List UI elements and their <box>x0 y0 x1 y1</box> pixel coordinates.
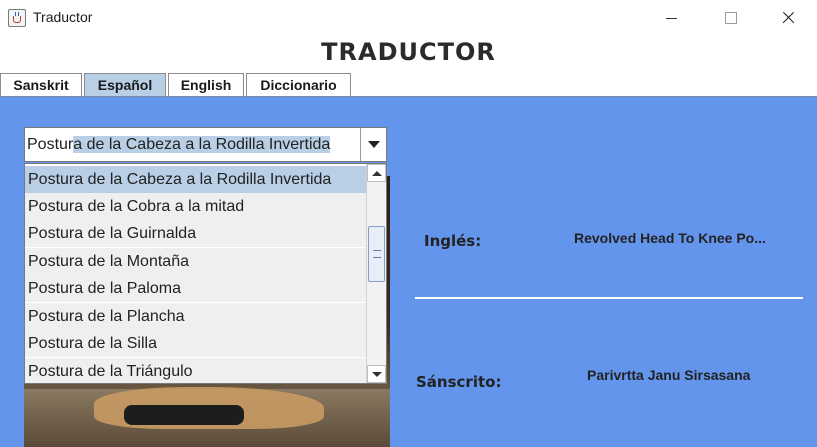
dropdown-option[interactable]: Postura de la Cobra a la mitad <box>25 193 366 220</box>
close-button[interactable] <box>759 0 817 37</box>
dropdown-option[interactable]: Postura de la Montaña <box>25 248 366 275</box>
chevron-down-icon[interactable] <box>360 128 386 161</box>
english-label: Inglés: <box>424 232 482 250</box>
dropdown-option[interactable]: Postura de la Paloma <box>25 275 366 302</box>
scroll-up-icon[interactable] <box>367 164 386 182</box>
english-value: Revolved Head To Knee Po... <box>574 230 766 246</box>
pose-combobox[interactable]: Postura de la Cabeza a la Rodilla Invert… <box>24 127 387 162</box>
app-heading: TRADUCTOR <box>321 38 496 66</box>
window-titlebar: Traductor <box>0 0 817 37</box>
window-title: Traductor <box>33 9 93 25</box>
scroll-down-icon[interactable] <box>367 365 386 383</box>
dropdown-option[interactable]: Postura de la Guirnalda <box>25 220 366 247</box>
divider <box>415 297 803 299</box>
java-cup-icon <box>8 9 26 27</box>
pose-dropdown-list[interactable]: Postura de la Cabeza a la Rodilla Invert… <box>24 163 387 384</box>
dropdown-scrollbar[interactable] <box>366 164 386 383</box>
tab-sanskrit[interactable]: Sanskrit <box>0 73 82 97</box>
combobox-text[interactable]: Postura de la Cabeza a la Rodilla Invert… <box>27 132 331 158</box>
tab-english[interactable]: English <box>168 73 244 97</box>
tab-bar: Sanskrit Español English Diccionario <box>0 73 817 98</box>
sanskrit-label: Sánscrito: <box>416 373 502 391</box>
maximize-button[interactable] <box>701 0 759 37</box>
dropdown-option[interactable]: Postura de la Triángulo <box>25 358 366 383</box>
tab-espanol[interactable]: Español <box>84 73 166 97</box>
minimize-button[interactable] <box>643 0 701 37</box>
dropdown-option[interactable]: Postura de la Silla <box>25 330 366 357</box>
dropdown-option[interactable]: Postura de la Plancha <box>25 303 366 330</box>
combobox-selected-text: a de la Cabeza a la Rodilla Invertida <box>73 136 331 153</box>
tab-diccionario[interactable]: Diccionario <box>246 73 351 97</box>
scroll-thumb[interactable] <box>368 226 385 282</box>
sanskrit-value: Parivrtta Janu Sirsasana <box>587 367 751 383</box>
dropdown-option[interactable]: Postura de la Cabeza a la Rodilla Invert… <box>25 166 366 193</box>
